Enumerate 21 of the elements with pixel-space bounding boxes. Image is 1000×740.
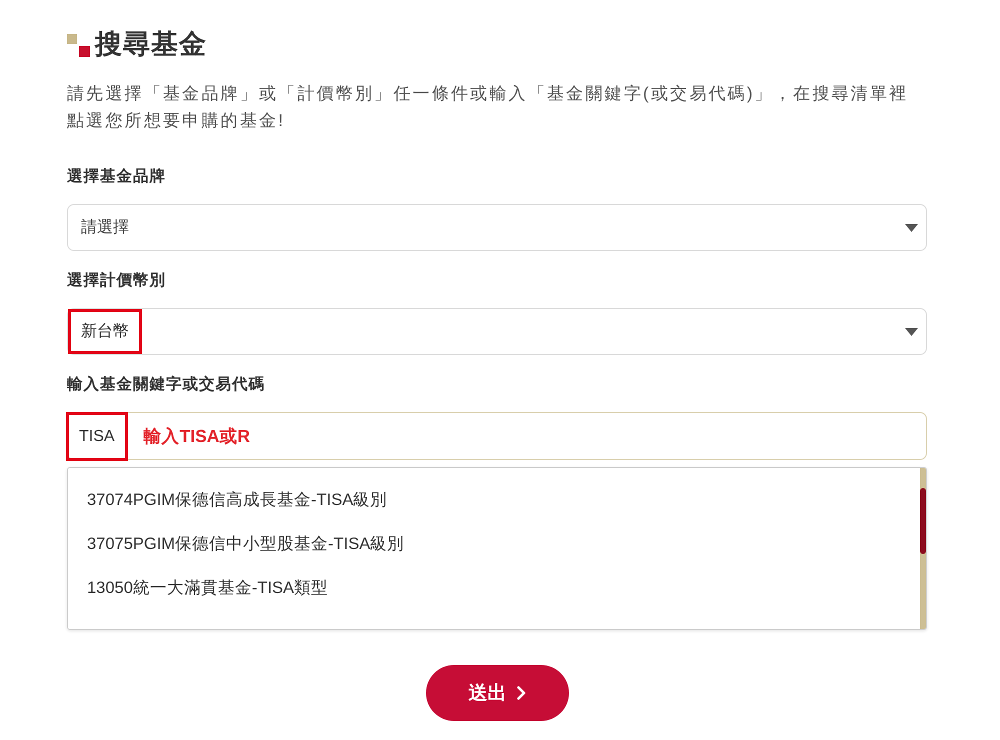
suggestion-item[interactable]: 37075PGIM保德信中小型股基金-TISA級別 <box>68 522 404 566</box>
suggestion-item[interactable]: 37074PGIM保德信高成長基金-TISA級別 <box>68 478 388 522</box>
squares-icon <box>67 34 90 57</box>
submit-button[interactable]: 送出 <box>426 665 568 721</box>
keyword-input[interactable]: TISA 輸入TISA或R <box>67 412 927 460</box>
page-title: 搜尋基金 <box>95 28 207 60</box>
suggestion-item[interactable]: 13050統一大滿貫基金-TISA類型 <box>68 566 328 610</box>
field-label: 輸入基金關鍵字或交易代碼 <box>67 375 266 395</box>
select-value: 新台幣 <box>68 309 142 354</box>
caret-down-icon <box>905 328 918 336</box>
caret-down-icon <box>905 224 918 232</box>
chevron-right-icon <box>516 686 526 700</box>
select-value: 請選擇 <box>80 218 130 238</box>
dropdown-select[interactable]: 新台幣 <box>67 308 927 355</box>
field-label: 選擇計價幣別 <box>67 271 167 291</box>
intro-text: 請先選擇「基金品牌」或「計價幣別」任一條件或輸入「基金關鍵字(或交易代碼)」，在搜尋清單裡點選您所想要申購的基金! <box>67 83 910 132</box>
field-label: 選擇基金品牌 <box>67 167 167 187</box>
input-value: TISA <box>66 412 128 461</box>
annotation-text: 輸入TISA或R <box>144 425 250 448</box>
dropdown-select[interactable]: 請選擇 <box>67 204 927 251</box>
scrollbar-thumb[interactable] <box>920 488 926 554</box>
